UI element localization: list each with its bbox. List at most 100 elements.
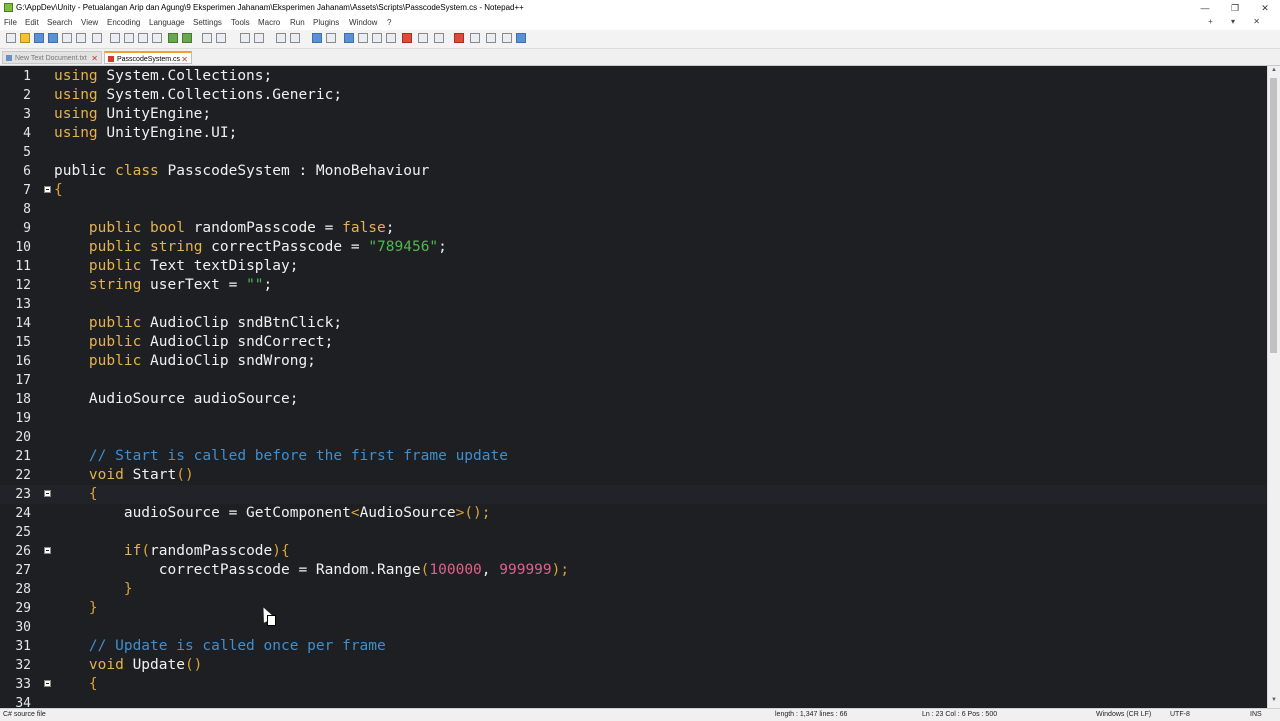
language-udf-icon[interactable] [358, 33, 368, 43]
code-line-current: 23 { [0, 485, 1268, 504]
code-text: userText = [141, 277, 247, 293]
code-line: 29 } [0, 599, 1268, 618]
code-line: 6 public class PasscodeSystem : MonoBeha… [0, 162, 1268, 181]
cut-icon[interactable] [110, 33, 120, 43]
menu-macro[interactable]: Macro [258, 18, 280, 27]
sync-vertical-icon[interactable] [276, 33, 286, 43]
close-file-icon[interactable] [62, 33, 72, 43]
menu-window[interactable]: Window [349, 18, 377, 27]
line-number: 5 [23, 145, 31, 160]
line-number: 6 [23, 164, 31, 179]
print-icon[interactable] [92, 33, 102, 43]
tab-new-text-document[interactable]: New Text Document.txt ✕ [2, 51, 102, 64]
menu-file[interactable]: File [4, 18, 17, 27]
menu-view[interactable]: View [81, 18, 98, 27]
keyword: using [54, 87, 98, 103]
code-line: 31 // Update is called once per frame [0, 637, 1268, 656]
play-macro-icon[interactable] [486, 33, 496, 43]
line-code: void Start() [54, 466, 194, 485]
new-file-icon[interactable] [6, 33, 16, 43]
word-wrap-icon[interactable] [312, 33, 322, 43]
line-number: 26 [15, 544, 31, 559]
monitoring-icon[interactable] [418, 33, 428, 43]
function-list-icon[interactable] [386, 33, 396, 43]
folder-workspace-icon[interactable] [402, 33, 412, 43]
brace: { [88, 676, 98, 692]
code-editor[interactable]: 1 using System.Collections; 2 using Syst… [0, 66, 1268, 708]
menu-tools[interactable]: Tools [231, 18, 250, 27]
paren: ); [551, 562, 570, 578]
line-code: public AudioClip sndBtnClick; [54, 314, 342, 333]
menu-right-controls[interactable]: + ▾ ✕ [1208, 17, 1268, 26]
scrollbar-thumb[interactable] [1270, 78, 1277, 353]
keyword: using [54, 125, 98, 141]
vertical-scrollbar[interactable]: ▲ ▼ [1267, 66, 1280, 708]
zoom-out-icon[interactable] [254, 33, 264, 43]
record-macro-icon[interactable] [454, 33, 464, 43]
save-macro-icon[interactable] [516, 33, 526, 43]
line-number: 31 [15, 639, 31, 654]
line-code: { [54, 675, 98, 694]
line-code: public AudioClip sndWrong; [54, 352, 316, 371]
menu-plugins[interactable]: Plugins [313, 18, 339, 27]
menu-encoding[interactable]: Encoding [107, 18, 140, 27]
close-all-icon[interactable] [76, 33, 86, 43]
scroll-up-icon[interactable]: ▲ [1268, 67, 1280, 77]
tab-bar: New Text Document.txt ✕ PasscodeSystem.c… [0, 49, 1280, 66]
fold-toggle-icon[interactable] [44, 490, 51, 497]
delete-icon[interactable] [152, 33, 162, 43]
menu-settings[interactable]: Settings [193, 18, 222, 27]
code-line: 7 { [0, 181, 1268, 200]
save-all-icon[interactable] [48, 33, 58, 43]
close-button[interactable]: ✕ [1250, 0, 1280, 16]
paste-icon[interactable] [138, 33, 148, 43]
minimize-button[interactable]: — [1190, 0, 1220, 16]
brace: { [88, 486, 98, 502]
line-code: // Start is called before the first fram… [54, 447, 508, 466]
code-line: 4 using UnityEngine.UI; [0, 124, 1268, 143]
open-file-icon[interactable] [20, 33, 30, 43]
menu-run[interactable]: Run [290, 18, 305, 27]
code-line: 30 [0, 618, 1268, 637]
undo-icon[interactable] [168, 33, 178, 43]
line-number: 25 [15, 525, 31, 540]
doc-map-icon[interactable] [372, 33, 382, 43]
tab-passcodesystem[interactable]: PasscodeSystem.cs ✕ [104, 51, 192, 64]
line-number: 17 [15, 373, 31, 388]
run-macro-multiple-icon[interactable] [502, 33, 512, 43]
menu-help[interactable]: ? [387, 18, 391, 27]
menu-language[interactable]: Language [149, 18, 185, 27]
code-text: , [481, 562, 500, 578]
save-icon[interactable] [34, 33, 44, 43]
scroll-down-icon[interactable]: ▼ [1268, 697, 1280, 707]
redo-icon[interactable] [182, 33, 192, 43]
menu-search[interactable]: Search [47, 18, 72, 27]
replace-icon[interactable] [216, 33, 226, 43]
sync-horizontal-icon[interactable] [290, 33, 300, 43]
line-number: 30 [15, 620, 31, 635]
line-number: 24 [15, 506, 31, 521]
window-title: G:\AppDev\Unity - Petualangan Arip dan A… [16, 3, 524, 12]
find-icon[interactable] [202, 33, 212, 43]
view-icon[interactable] [434, 33, 444, 43]
fold-toggle-icon[interactable] [44, 680, 51, 687]
tab-close-icon[interactable]: ✕ [181, 53, 188, 66]
stop-macro-icon[interactable] [470, 33, 480, 43]
tab-close-icon[interactable]: ✕ [91, 52, 98, 65]
maximize-button[interactable]: ❐ [1220, 0, 1250, 16]
indent-guide-icon[interactable] [344, 33, 354, 43]
menu-edit[interactable]: Edit [25, 18, 39, 27]
fold-toggle-icon[interactable] [44, 547, 51, 554]
keyword: class [115, 163, 159, 179]
show-all-chars-icon[interactable] [326, 33, 336, 43]
copy-icon[interactable] [124, 33, 134, 43]
code-line: 9 public bool randomPasscode = false; [0, 219, 1268, 238]
code-line: 11 public Text textDisplay; [0, 257, 1268, 276]
line-number: 11 [15, 259, 31, 274]
code-text: ; [438, 239, 447, 255]
line-number: 8 [23, 202, 31, 217]
keyword: false [342, 220, 386, 236]
zoom-in-icon[interactable] [240, 33, 250, 43]
fold-toggle-icon[interactable] [44, 186, 51, 193]
line-code: using UnityEngine.UI; [54, 124, 237, 143]
